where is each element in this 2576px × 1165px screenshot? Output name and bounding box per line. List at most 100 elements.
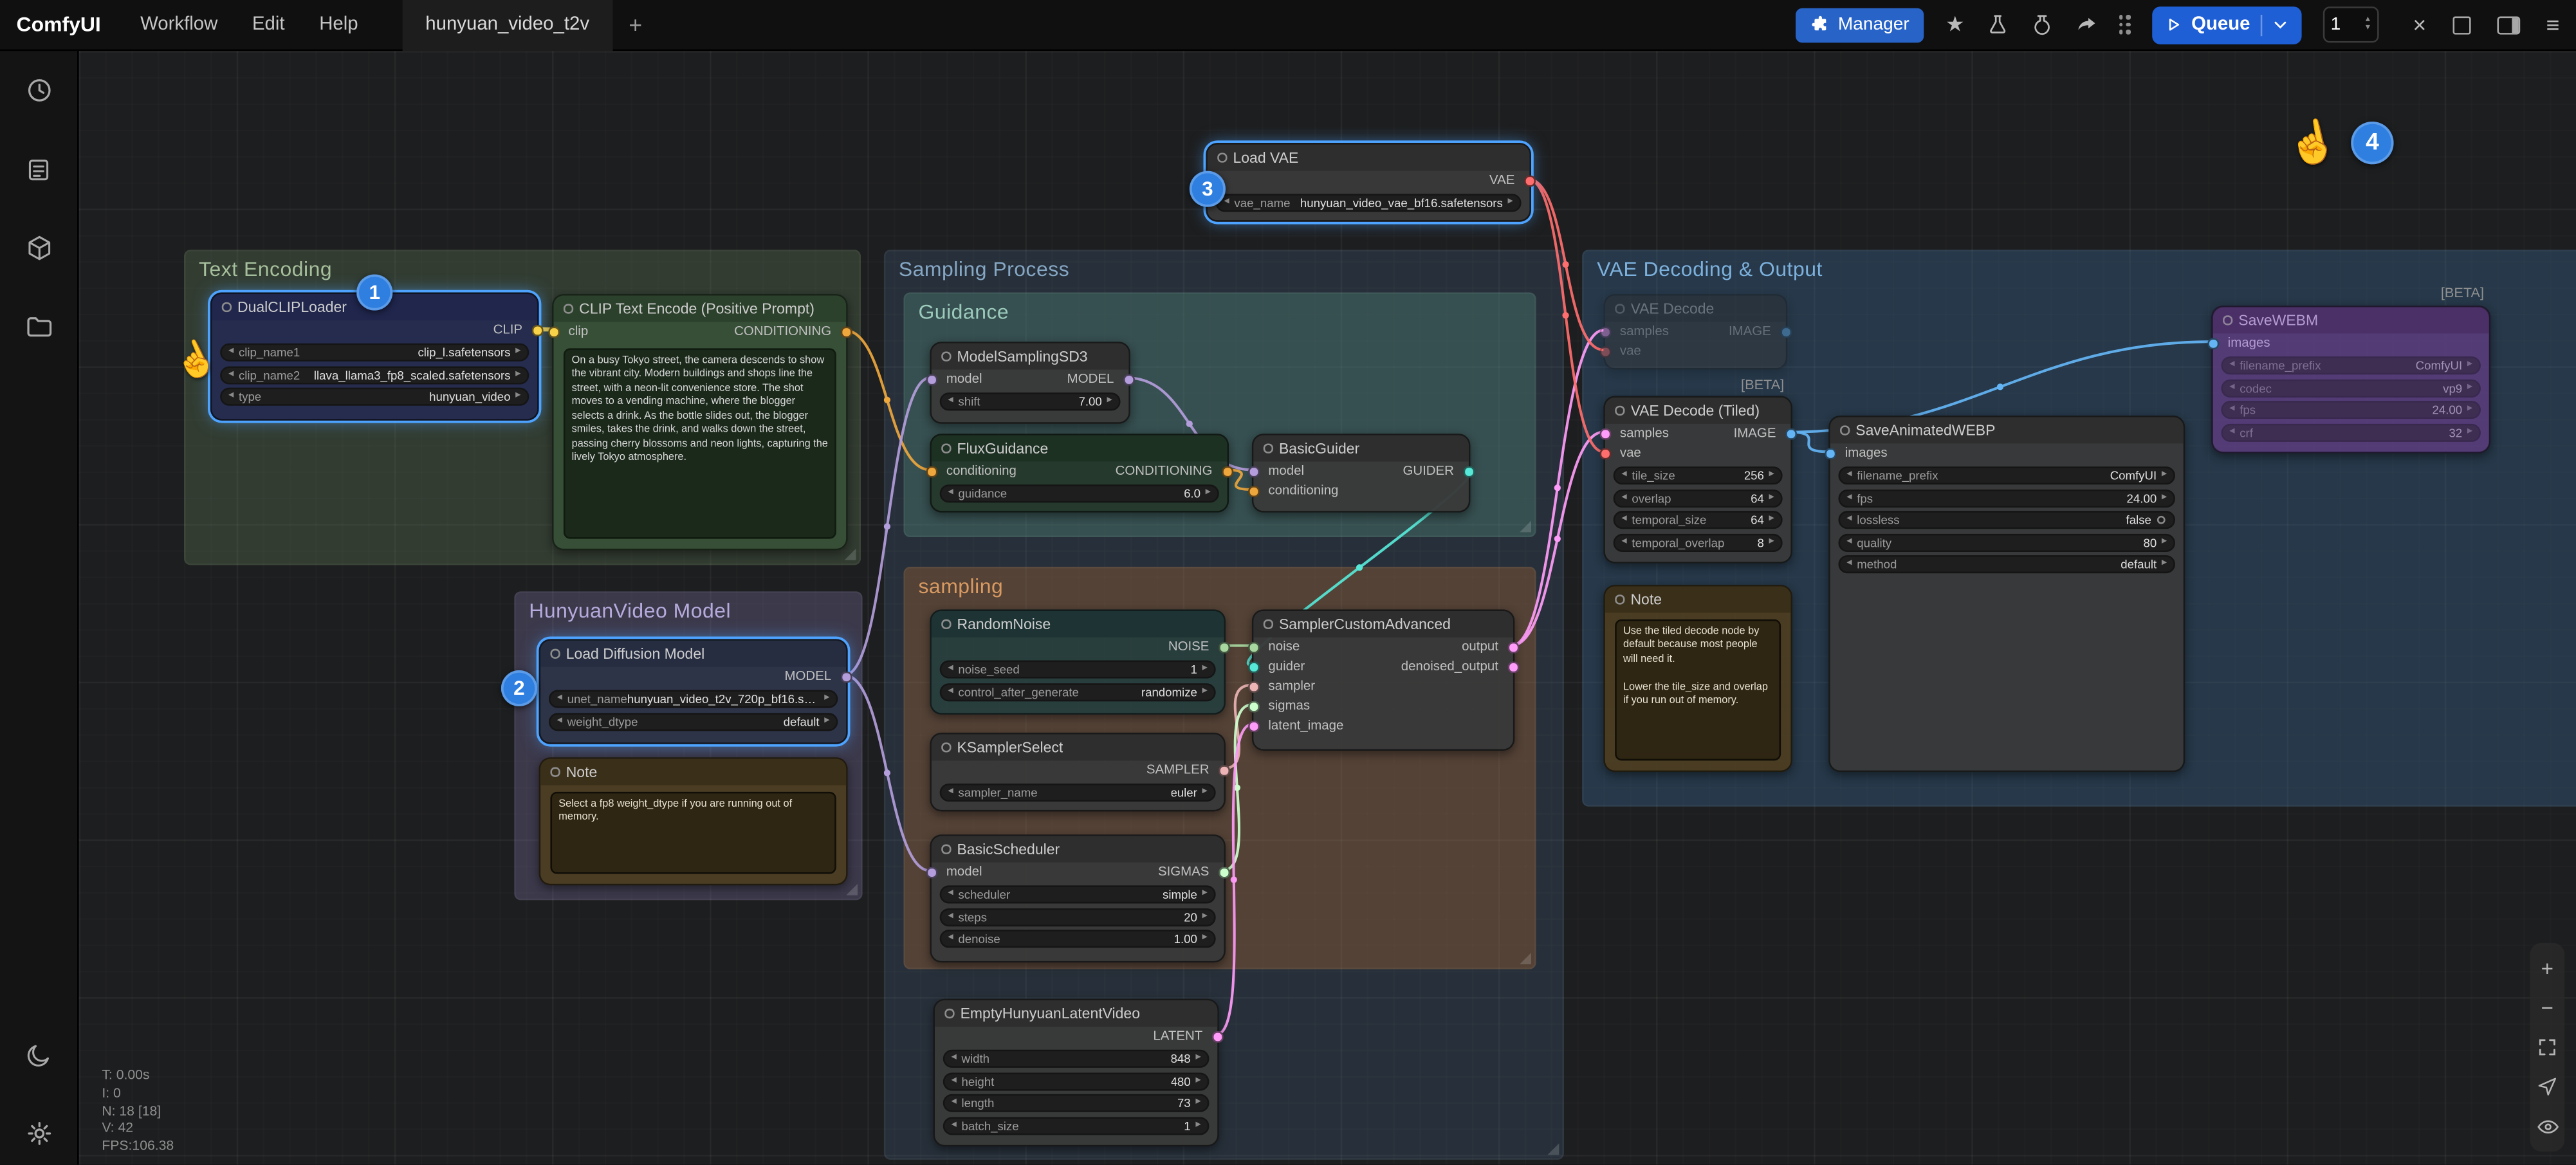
decrement-arrow-icon[interactable]: ◂ — [1846, 492, 1852, 503]
node-title-bar[interactable]: KSamplerSelect — [932, 734, 1224, 760]
input-port-clip[interactable] — [548, 327, 559, 338]
output-port-VAE[interactable] — [1524, 176, 1535, 187]
node-title-bar[interactable]: ModelSamplingSD3 — [932, 344, 1128, 370]
queue-button[interactable]: Queue — [2152, 6, 2301, 44]
input-port-model[interactable] — [1248, 466, 1259, 477]
node-ksamplerselect[interactable]: KSamplerSelectSAMPLER◂sampler_nameeuler▸ — [930, 733, 1226, 812]
input-port-conditioning[interactable] — [926, 466, 937, 477]
collapse-dot-icon[interactable] — [1217, 153, 1226, 162]
decrement-arrow-icon[interactable]: ◂ — [948, 686, 953, 697]
theme-moon-icon[interactable] — [24, 1040, 53, 1069]
increment-arrow-icon[interactable]: ▸ — [515, 391, 520, 402]
node-title-bar[interactable]: Load Diffusion Model — [540, 641, 846, 667]
model-library-icon[interactable] — [24, 234, 53, 263]
queue-list-icon[interactable] — [24, 154, 53, 184]
decrement-arrow-icon[interactable]: ◂ — [952, 1097, 957, 1108]
menu-workflow[interactable]: Workflow — [140, 15, 217, 35]
increment-arrow-icon[interactable]: ▸ — [1769, 470, 1774, 481]
node-title-bar[interactable]: Note — [1605, 587, 1791, 613]
input-port-conditioning[interactable] — [1248, 486, 1259, 497]
node-basicscheduler[interactable]: BasicSchedulermodelSIGMAS◂schedulersimpl… — [930, 834, 1226, 962]
output-port-SIGMAS[interactable] — [1219, 867, 1229, 878]
increment-arrow-icon[interactable]: ▸ — [1107, 396, 1112, 407]
node-title-bar[interactable]: Note — [540, 759, 846, 785]
decrement-arrow-icon[interactable]: ◂ — [1621, 515, 1626, 526]
increment-arrow-icon[interactable]: ▸ — [2467, 405, 2472, 416]
chevron-down-icon[interactable] — [2272, 17, 2288, 33]
widget-sampler_name[interactable]: ◂sampler_nameeuler▸ — [940, 784, 1216, 802]
node-loadvae[interactable]: Load VAEVAE◂vae_namehunyuan_video_vae_bf… — [1206, 143, 1531, 222]
increment-arrow-icon[interactable]: ▸ — [1202, 889, 1208, 900]
output-port-SAMPLER[interactable] — [1219, 765, 1229, 776]
node-title-bar[interactable]: CLIP Text Encode (Positive Prompt) — [554, 296, 847, 322]
node-title-bar[interactable]: EmptyHunyuanLatentVideo — [935, 1000, 1217, 1027]
widget-clip_name1[interactable]: ◂clip_name1clip_l.safetensors▸ — [220, 344, 529, 362]
increment-arrow-icon[interactable]: ▸ — [1195, 1120, 1201, 1131]
input-port-images[interactable] — [1825, 448, 1835, 459]
collapse-dot-icon[interactable] — [2223, 316, 2232, 325]
menu-edit[interactable]: Edit — [252, 15, 285, 35]
decrement-arrow-icon[interactable]: ◂ — [948, 787, 953, 798]
widget-codec[interactable]: ◂codecvp9▸ — [2221, 379, 2480, 397]
node-saveanimatedwebp[interactable]: SaveAnimatedWEBPimages◂filename_prefixCo… — [1828, 416, 2185, 772]
decrement-arrow-icon[interactable]: ◂ — [1621, 537, 1626, 547]
decrement-arrow-icon[interactable]: ◂ — [948, 664, 953, 675]
widget-method[interactable]: ◂methoddefault▸ — [1838, 555, 2175, 573]
node-note-vae[interactable]: NoteUse the tiled decode node by default… — [1603, 585, 1792, 772]
increment-arrow-icon[interactable]: ▸ — [1769, 492, 1774, 503]
collapse-dot-icon[interactable] — [1615, 304, 1624, 313]
graph-canvas[interactable]: Text EncodingHunyuanVideo ModelSampling … — [79, 51, 2576, 1164]
increment-arrow-icon[interactable]: ▸ — [1202, 686, 1208, 697]
widget-fps[interactable]: ◂fps24.00▸ — [1838, 489, 2175, 507]
decrement-arrow-icon[interactable]: ◂ — [952, 1076, 957, 1087]
share-icon[interactable] — [2075, 13, 2098, 36]
node-textarea[interactable]: On a busy Tokyo street, the camera desce… — [564, 348, 836, 538]
node-dualcliploader[interactable]: DualCLIPLoaderCLIP◂clip_name1clip_l.safe… — [210, 293, 539, 421]
widget-weight_dtype[interactable]: ◂weight_dtypedefault▸ — [549, 712, 838, 730]
decrement-arrow-icon[interactable]: ◂ — [948, 396, 953, 407]
widget-shift[interactable]: ◂shift7.00▸ — [940, 392, 1121, 410]
node-title-bar[interactable]: BasicGuider — [1253, 436, 1469, 462]
node-title-bar[interactable]: SamplerCustomAdvanced — [1253, 611, 1513, 638]
increment-arrow-icon[interactable]: ▸ — [515, 347, 520, 358]
toggle-knob-icon[interactable] — [2157, 515, 2166, 524]
output-port-MODEL[interactable] — [1123, 374, 1134, 385]
increment-arrow-icon[interactable]: ▸ — [1508, 197, 1513, 208]
decrement-arrow-icon[interactable]: ◂ — [948, 889, 953, 900]
node-title-bar[interactable]: FluxGuidance — [932, 436, 1228, 462]
node-note-model[interactable]: Note Select a fp8 weight_dtype if you are… — [539, 757, 848, 885]
node-vaedecodetiled[interactable]: VAE Decode (Tiled)samplesvaeIMAGE◂tile_s… — [1603, 396, 1792, 563]
widget-tile_size[interactable]: ◂tile_size256▸ — [1614, 466, 1783, 484]
node-title-bar[interactable]: VAE Decode — [1605, 296, 1786, 322]
decrement-arrow-icon[interactable]: ◂ — [2229, 360, 2234, 371]
node-title-bar[interactable]: SaveWEBM — [2213, 307, 2489, 334]
increment-arrow-icon[interactable]: ▸ — [1202, 787, 1208, 798]
node-textarea[interactable]: Select a fp8 weight_dtype if you are run… — [550, 792, 836, 874]
decrement-arrow-icon[interactable]: ◂ — [948, 488, 953, 499]
widget-filename_prefix[interactable]: ◂filename_prefixComfyUI▸ — [1838, 466, 2175, 484]
widget-steps[interactable]: ◂steps20▸ — [940, 908, 1216, 926]
widget-guidance[interactable]: ◂guidance6.0▸ — [940, 484, 1219, 502]
output-port-LATENT[interactable] — [1212, 1031, 1223, 1042]
collapse-dot-icon[interactable] — [941, 619, 950, 628]
close-icon[interactable]: × — [2413, 12, 2426, 38]
decrement-arrow-icon[interactable]: ◂ — [228, 391, 234, 402]
decrement-arrow-icon[interactable]: ◂ — [952, 1120, 957, 1131]
node-cliptextencode[interactable]: CLIP Text Encode (Positive Prompt)clipCO… — [552, 294, 848, 550]
input-port-samples[interactable] — [1600, 327, 1611, 338]
increment-arrow-icon[interactable]: ▸ — [2162, 470, 2167, 481]
increment-arrow-icon[interactable]: ▸ — [1202, 664, 1208, 675]
input-port-noise[interactable] — [1248, 642, 1259, 653]
workflows-folder-icon[interactable] — [24, 312, 53, 342]
increment-arrow-icon[interactable]: ▸ — [824, 693, 829, 704]
collapse-dot-icon[interactable] — [944, 1009, 953, 1018]
input-port-vae[interactable] — [1600, 448, 1611, 459]
decrement-arrow-icon[interactable]: ◂ — [952, 1053, 957, 1064]
pointer-icon[interactable] — [2535, 1074, 2559, 1099]
widget-quality[interactable]: ◂quality80▸ — [1838, 533, 2175, 551]
input-port-vae[interactable] — [1600, 346, 1611, 357]
input-port-samples[interactable] — [1600, 428, 1611, 439]
decrement-arrow-icon[interactable]: ◂ — [1846, 470, 1852, 481]
collapse-dot-icon[interactable] — [550, 649, 559, 658]
widget-type[interactable]: ◂typehunyuan_video▸ — [220, 388, 529, 406]
